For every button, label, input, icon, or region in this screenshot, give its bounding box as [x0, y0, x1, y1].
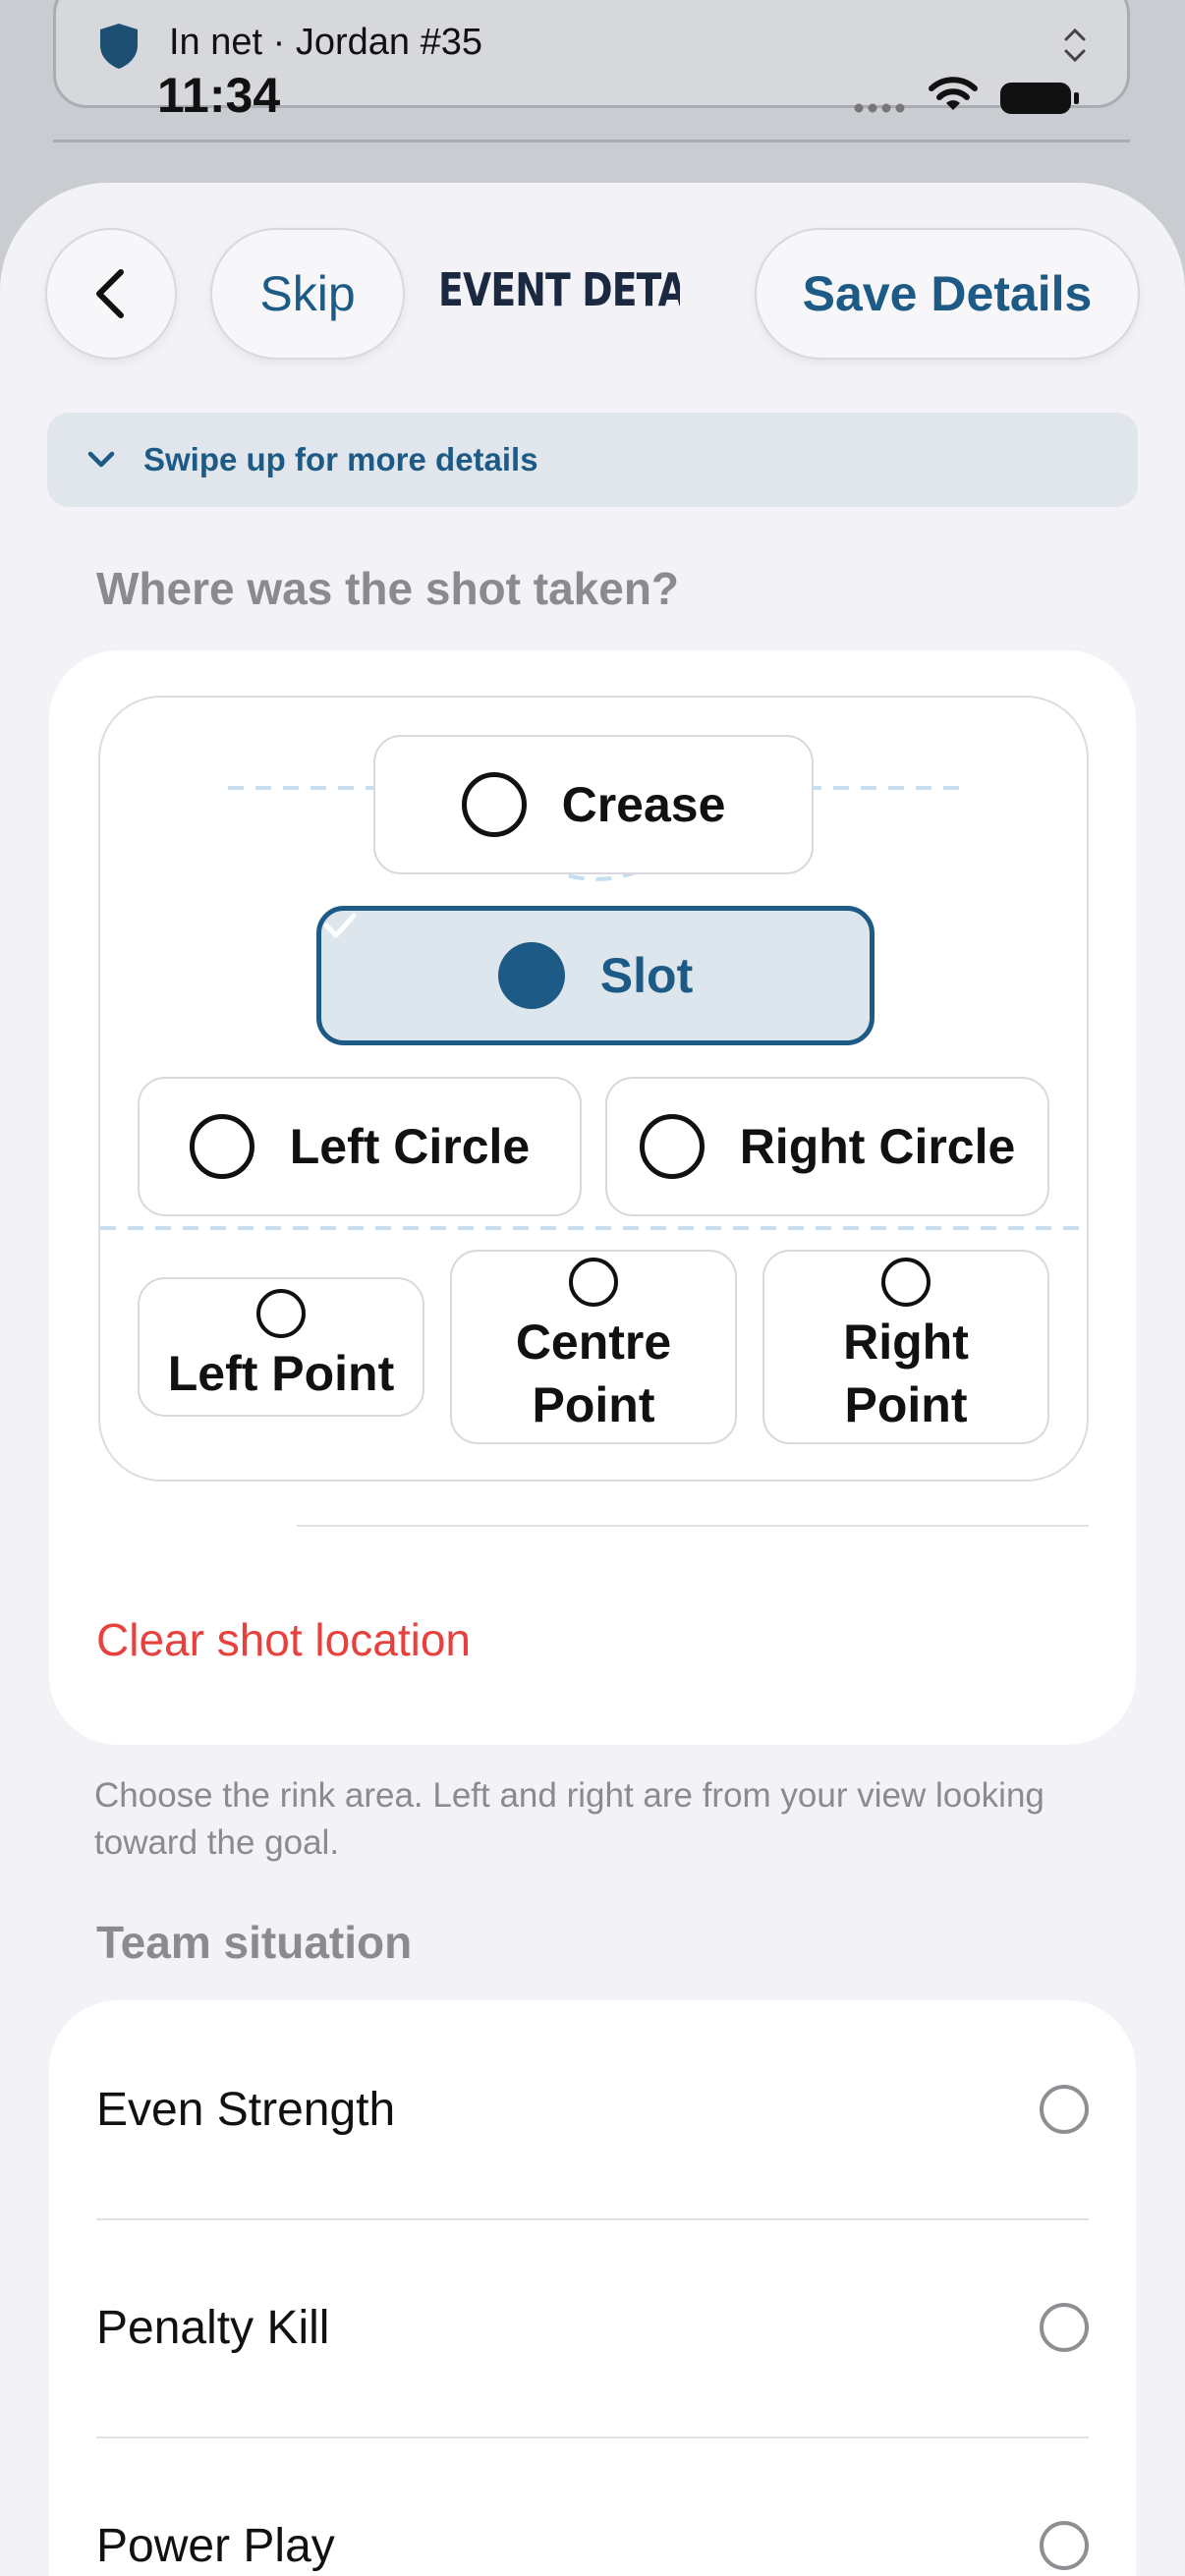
chevron-left-icon	[96, 269, 124, 318]
radio-unchecked-icon	[189, 1114, 254, 1179]
zone-left-circle[interactable]: Left Circle	[138, 1077, 582, 1216]
radio-unchecked-icon	[1040, 2303, 1089, 2352]
background-divider	[53, 140, 1130, 142]
zone-label: Crease	[561, 777, 726, 832]
clear-shot-location-button[interactable]: Clear shot location	[96, 1613, 471, 1666]
option-label: Penalty Kill	[96, 2301, 330, 2354]
battery-icon	[1000, 83, 1079, 114]
radio-unchecked-icon	[256, 1289, 306, 1338]
wifi-icon	[929, 77, 978, 110]
zone-crease[interactable]: Crease	[373, 735, 814, 874]
chevron-up-down-icon	[1064, 28, 1086, 63]
shield-icon	[100, 24, 138, 69]
chevron-down-icon	[87, 451, 115, 468]
zone-slot[interactable]: Slot	[316, 906, 875, 1045]
team-situation-header: Team situation	[96, 1917, 413, 1968]
zone-right-circle[interactable]: Right Circle	[605, 1077, 1049, 1216]
radio-unchecked-icon	[569, 1258, 618, 1307]
radio-unchecked-icon	[1040, 2085, 1089, 2134]
signal-dots-icon	[854, 103, 905, 113]
shot-location-card: Crease Slot Left Circle Right Circle Lef…	[49, 650, 1136, 1745]
option-label: Even Strength	[96, 2083, 396, 2136]
zone-right-point[interactable]: Right Point	[762, 1250, 1049, 1444]
shot-location-header: Where was the shot taken?	[96, 563, 680, 614]
radio-unchecked-icon	[1040, 2521, 1089, 2570]
rink-diagram: Crease Slot Left Circle Right Circle Lef…	[98, 696, 1091, 1482]
zone-label: Right Circle	[739, 1119, 1016, 1174]
page-title: EVENT DETAI...	[438, 263, 680, 316]
radio-unchecked-icon	[881, 1258, 931, 1307]
zone-label: Left Circle	[289, 1119, 531, 1174]
zone-label: Right Point	[843, 1315, 969, 1432]
zone-centre-point[interactable]: Centre Point	[450, 1250, 737, 1444]
team-situation-card: Even Strength Penalty Kill Power Play	[49, 2000, 1136, 2576]
option-penalty-kill[interactable]: Penalty Kill	[96, 2218, 1089, 2436]
option-even-strength[interactable]: Even Strength	[96, 2000, 1089, 2218]
background-banner-text: In net · Jordan #35	[169, 22, 482, 63]
save-details-button[interactable]: Save Details	[755, 228, 1140, 360]
zone-left-point[interactable]: Left Point	[138, 1277, 424, 1417]
zone-label: Centre Point	[515, 1315, 672, 1432]
status-time: 11:34	[157, 68, 281, 123]
divider	[297, 1525, 1089, 1527]
skip-button[interactable]: Skip	[210, 228, 405, 360]
radio-unchecked-icon	[461, 772, 527, 837]
shot-location-footnote: Choose the rink area. Left and right are…	[94, 1776, 1044, 1862]
zone-label: Left Point	[167, 1346, 395, 1401]
option-power-play[interactable]: Power Play	[96, 2436, 1089, 2576]
swipe-hint-text: Swipe up for more details	[143, 441, 538, 477]
option-label: Power Play	[96, 2519, 335, 2572]
checkmark-circle-icon	[323, 913, 565, 1009]
radio-unchecked-icon	[639, 1114, 705, 1179]
back-button[interactable]	[45, 228, 177, 360]
swipe-hint-banner[interactable]: Swipe up for more details	[47, 413, 1138, 507]
zone-label: Slot	[599, 948, 694, 1003]
